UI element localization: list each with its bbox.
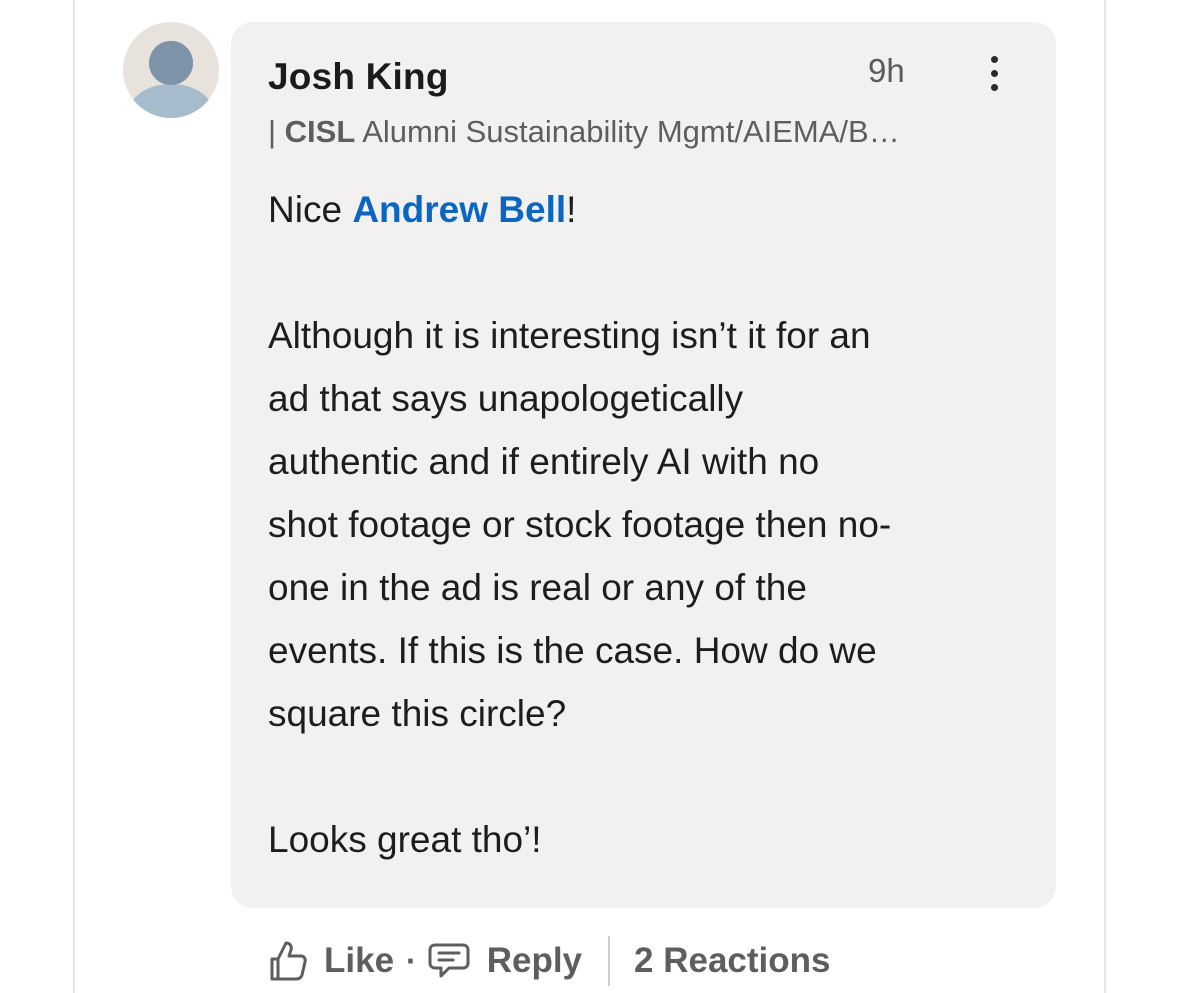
feed-border-left [73,0,75,993]
mention-link[interactable]: Andrew Bell [352,189,566,230]
paragraph-line: square this circle? [268,693,567,734]
paragraph-line: authentic and if entirely AI with no [268,441,820,482]
greeting-text: Nice [268,189,353,230]
paragraph-line: shot footage or stock footage then no- [268,504,892,545]
comment-closing: Looks great tho’! [268,819,542,860]
reactions-count-link[interactable]: 2 Reactions [634,941,830,981]
more-vertical-icon-dot [991,84,998,91]
speech-bubble-icon [428,943,470,978]
comment-timestamp: 9h [868,52,905,89]
feed-border-right [1104,0,1106,993]
comment-greeting: Nice Andrew Bell! [268,178,1028,241]
paragraph-line: ad that says unapologetically [268,378,744,419]
actions-divider [608,936,611,986]
like-label: Like [324,941,395,980]
default-person-avatar-icon [129,41,213,118]
paragraph-line: events. If this is the case. How do we [268,630,877,671]
author-avatar[interactable] [123,22,219,118]
comment-actions: Like · Reply 2 Reactions [268,930,830,992]
greeting-punctuation: ! [566,189,577,230]
paragraph-line: one in the ad is real or any of the [268,567,807,608]
more-vertical-icon-dot [991,70,998,77]
reply-button[interactable]: Reply [427,941,582,981]
action-separator: · [406,942,417,979]
headline-prefix: | [268,114,285,149]
comment-paragraph: Although it is interesting isn’t it for … [268,304,1028,745]
author-headline: | CISL Alumni Sustainability Mgmt/AIEMA/… [268,114,1028,150]
author-name[interactable]: Josh King [268,56,449,98]
like-button[interactable]: Like [268,939,394,983]
reply-label: Reply [486,941,583,980]
thumbs-up-icon [270,941,307,981]
headline-org: CISL [284,114,356,149]
paragraph-line: Although it is interesting isn’t it for … [268,315,871,356]
more-options-button[interactable] [980,52,1010,96]
headline-rest: Alumni Sustainability Mgmt/AIEMA/B… [355,114,900,149]
more-vertical-icon-dot [991,56,998,63]
